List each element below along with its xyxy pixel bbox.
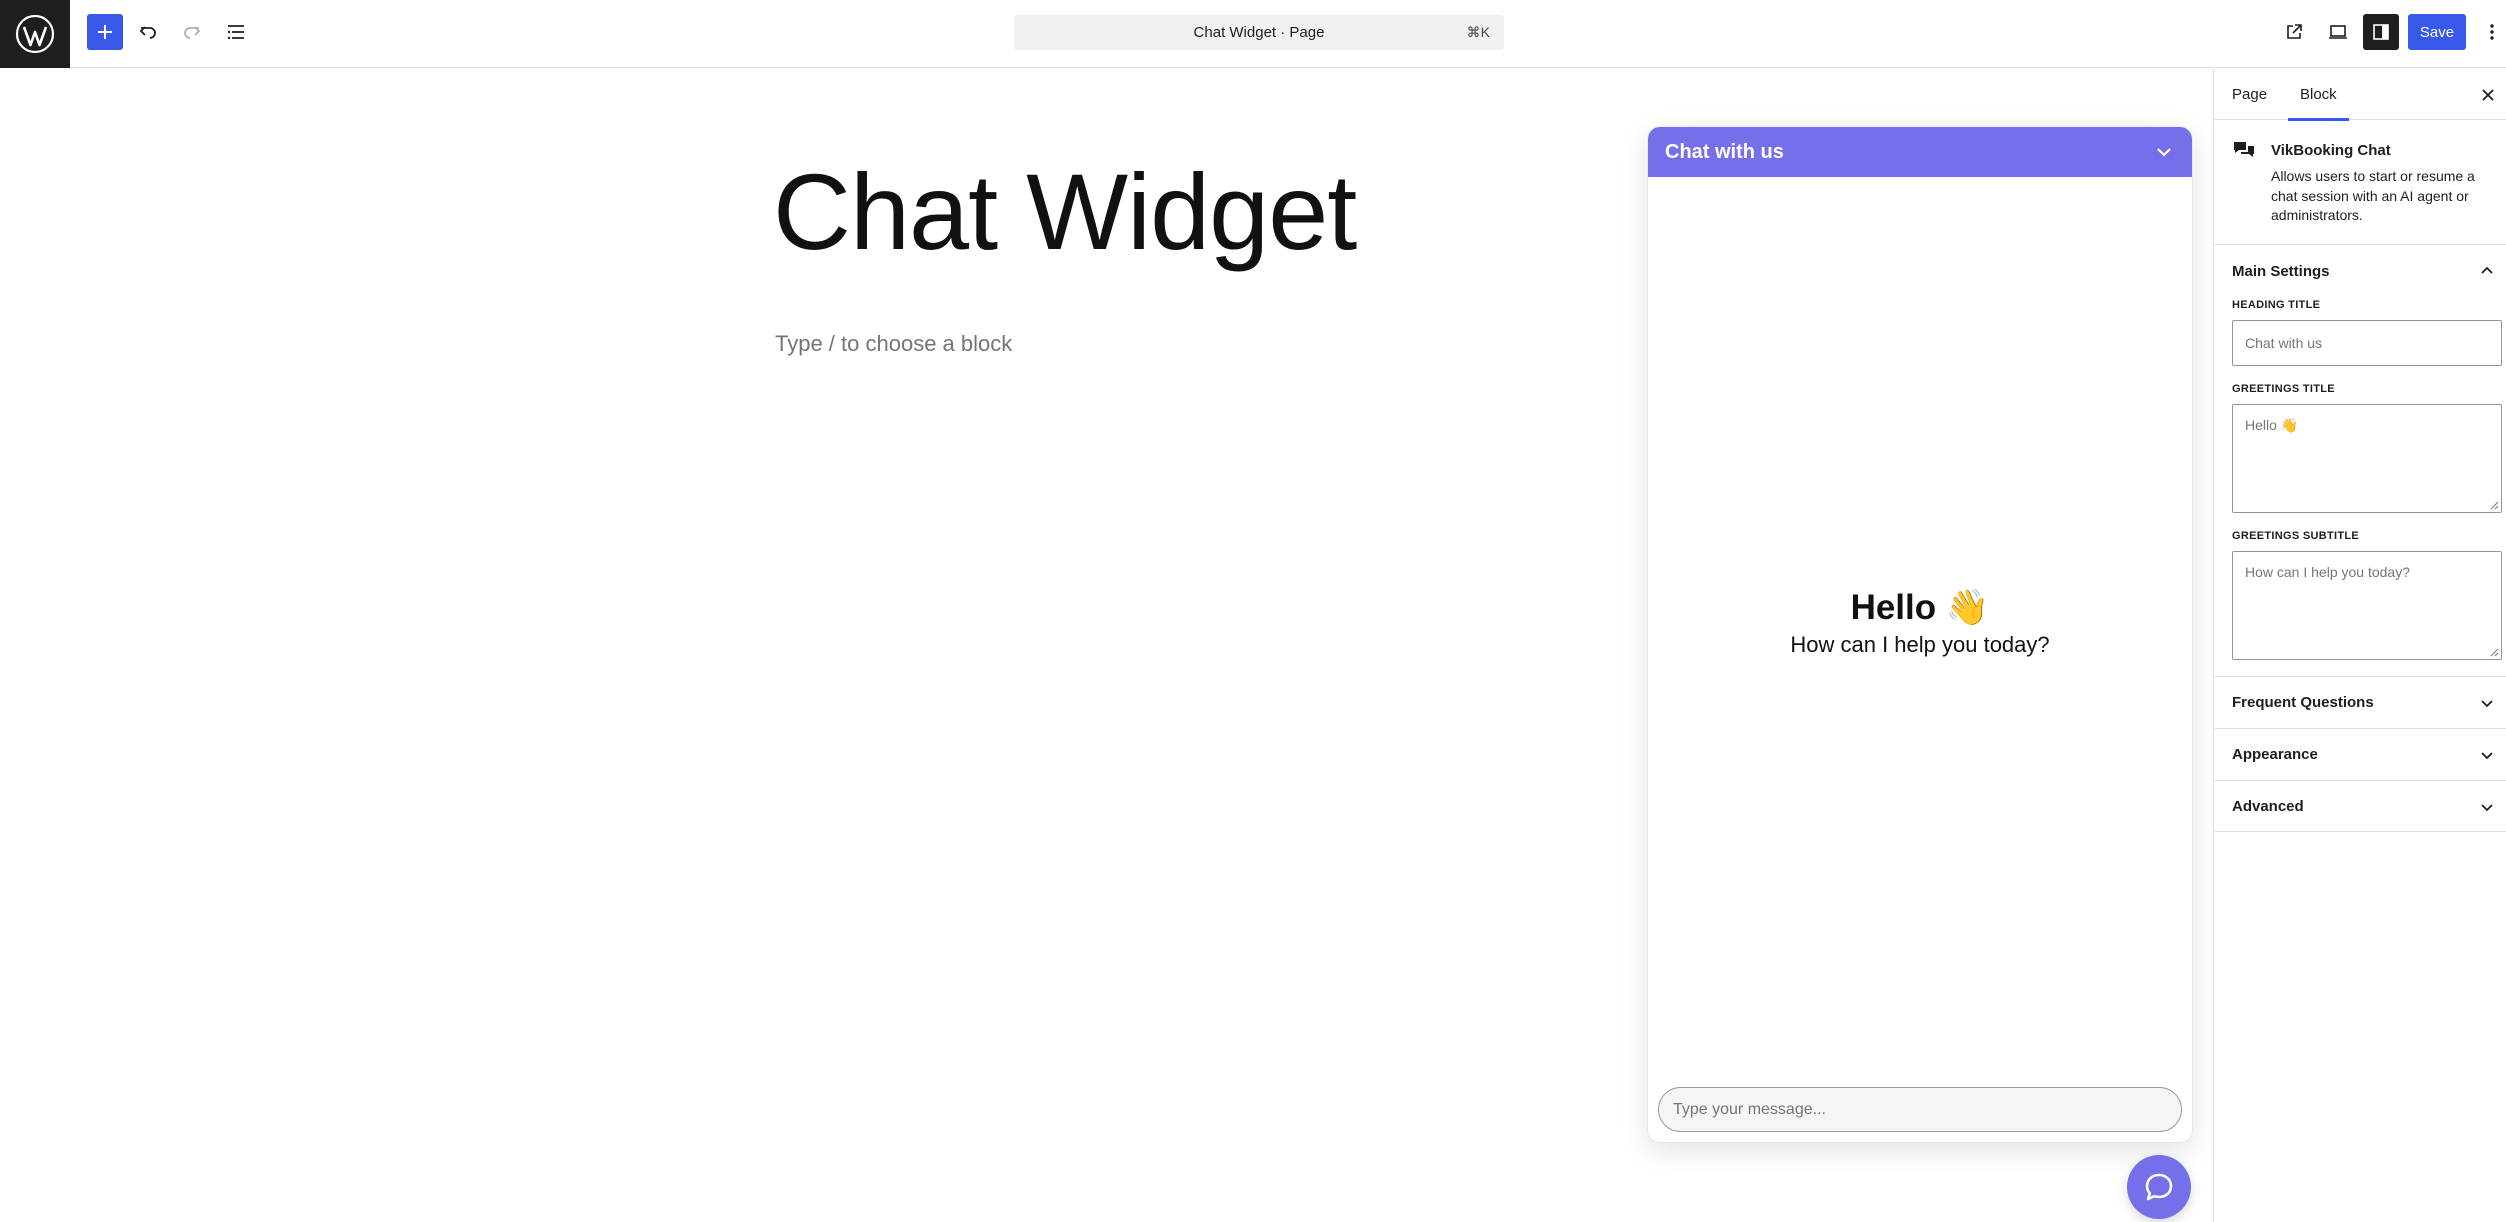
add-block-button[interactable] xyxy=(87,14,123,50)
tab-block[interactable]: Block xyxy=(2288,69,2349,121)
redo-icon xyxy=(184,26,201,39)
undo-icon xyxy=(139,26,156,39)
undo-button[interactable] xyxy=(130,14,166,50)
command-palette-bar[interactable]: Chat Widget · Page ⌘K xyxy=(1014,15,1504,50)
chat-header[interactable]: Chat with us xyxy=(1648,127,2192,177)
greetings-subtitle-label: Greetings subtitle xyxy=(2232,530,2360,542)
greetings-subtitle-textarea[interactable]: How can I help you today? xyxy=(2232,551,2502,660)
sidebar-tabs: Page Block xyxy=(2214,69,2506,121)
preview-device-button[interactable] xyxy=(2320,14,2356,50)
panel-title: Main Settings xyxy=(2232,262,2330,280)
panel-title: Advanced xyxy=(2232,797,2304,815)
greetings-title-value: Hello 👋 xyxy=(2245,417,2299,433)
chat-greeting: Hello 👋 How can I help you today? xyxy=(1648,587,2192,658)
block-appender-placeholder[interactable]: Type / to choose a block xyxy=(775,331,1012,357)
settings-sidebar: Page Block VikBooking Chat Allows users … xyxy=(2213,69,2506,1222)
list-view-icon xyxy=(227,25,244,40)
chevron-down-icon[interactable] xyxy=(2154,142,2174,162)
greetings-subtitle-value: How can I help you today? xyxy=(2245,564,2410,580)
resize-handle-icon[interactable] xyxy=(2489,647,2499,657)
panel-title: Frequent Questions xyxy=(2232,694,2374,711)
chevron-down-icon xyxy=(2481,752,2493,760)
sidebar-icon xyxy=(2373,24,2389,40)
close-icon[interactable] xyxy=(2478,85,2498,105)
greetings-title-textarea[interactable]: Hello 👋 xyxy=(2232,404,2502,513)
chat-bubbles-icon xyxy=(2234,142,2254,157)
settings-sidebar-toggle[interactable] xyxy=(2363,14,2399,50)
chat-message-input[interactable]: Type your message... xyxy=(1658,1087,2182,1132)
frequent-questions-panel-toggle[interactable]: Frequent Questions xyxy=(2214,676,2506,728)
greeting-title: Hello 👋 xyxy=(1850,588,1990,627)
more-vertical-icon xyxy=(2490,24,2494,40)
chat-widget-window: Chat with us Hello 👋 How can I help you … xyxy=(1648,127,2192,1142)
desktop-icon xyxy=(2329,25,2347,39)
greeting-subtitle: How can I help you today? xyxy=(1790,632,2050,657)
panel-title: Appearance xyxy=(2232,746,2318,763)
wordpress-icon xyxy=(15,14,55,54)
resize-handle-icon[interactable] xyxy=(2489,500,2499,510)
document-title: Chat Widget · Page xyxy=(1193,24,1325,41)
keyboard-shortcut: ⌘K xyxy=(1466,24,1490,40)
block-description: Allows users to start or resume a chat s… xyxy=(2271,168,2475,223)
chat-launcher-button[interactable] xyxy=(2127,1155,2191,1219)
advanced-panel-toggle[interactable]: Advanced xyxy=(2214,780,2506,832)
view-page-button[interactable] xyxy=(2276,14,2312,50)
appearance-panel-toggle[interactable]: Appearance xyxy=(2214,728,2506,780)
editor-toolbar: Chat Widget · Page ⌘K Save xyxy=(0,0,2506,68)
document-overview-button[interactable] xyxy=(218,14,254,50)
save-button[interactable]: Save xyxy=(2408,14,2466,50)
block-name: VikBooking Chat xyxy=(2271,142,2391,159)
block-card: VikBooking Chat Allows users to start or… xyxy=(2214,120,2506,245)
heading-title-label: Heading title xyxy=(2232,299,2321,311)
plus-icon xyxy=(98,25,112,39)
wordpress-logo-button[interactable] xyxy=(0,0,70,68)
redo-button[interactable] xyxy=(174,14,210,50)
chevron-down-icon xyxy=(2481,700,2493,708)
tab-page[interactable]: Page xyxy=(2232,69,2267,120)
chat-heading: Chat with us xyxy=(1665,140,1784,163)
options-menu-button[interactable] xyxy=(2480,14,2504,50)
chevron-up-icon xyxy=(2481,266,2493,274)
chat-bubble-icon xyxy=(2145,1173,2173,1201)
main-settings-panel-toggle[interactable]: Main Settings xyxy=(2214,245,2506,297)
greetings-title-label: Greetings title xyxy=(2232,383,2335,395)
page-title[interactable]: Chat Widget xyxy=(773,149,1357,274)
external-link-icon xyxy=(2287,24,2302,39)
heading-title-input[interactable]: Chat with us xyxy=(2232,320,2502,366)
chevron-down-icon xyxy=(2481,804,2493,812)
